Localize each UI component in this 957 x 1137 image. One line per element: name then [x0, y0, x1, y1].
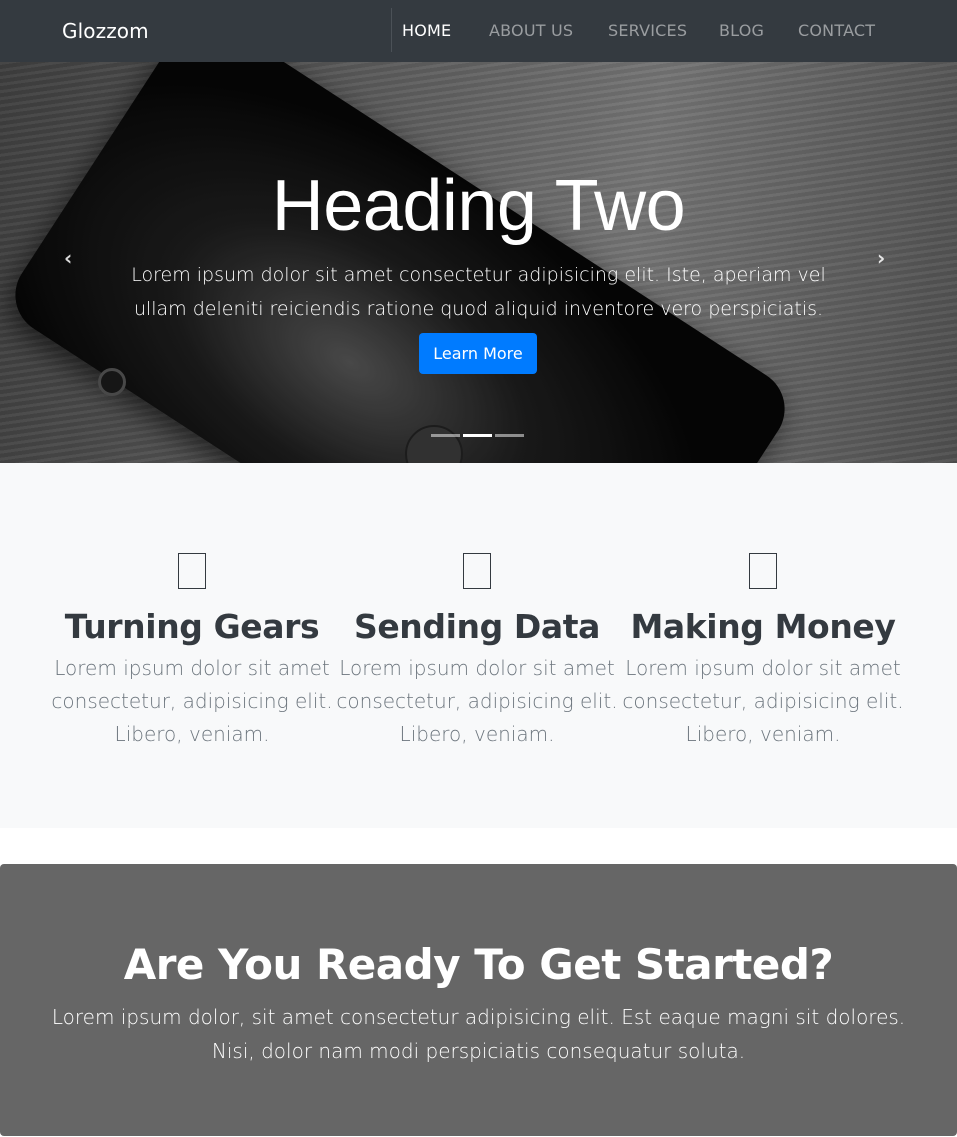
carousel-indicator-2[interactable]	[463, 434, 492, 437]
feature-item: Sending Data Lorem ipsum dolor sit amet …	[334, 553, 620, 751]
feature-text: Lorem ipsum dolor sit amet consectetur, …	[622, 656, 904, 746]
hero-caption: Heading Two Lorem ipsum dolor sit amet c…	[130, 170, 827, 326]
feature-text: Lorem ipsum dolor sit amet consectetur, …	[336, 656, 618, 746]
nav-link-about[interactable]: ABOUT US	[489, 21, 573, 40]
carousel-indicator-3[interactable]	[495, 434, 524, 437]
learn-more-button[interactable]: Learn More	[419, 333, 537, 374]
cta-section: Are You Ready To Get Started? Lorem ipsu…	[0, 864, 957, 1136]
cta-text: Lorem ipsum dolor, sit amet consectetur …	[51, 1005, 906, 1063]
feature-item: Turning Gears Lorem ipsum dolor sit amet…	[49, 553, 335, 751]
nav-link-home[interactable]: HOME	[402, 21, 451, 40]
cta-heading: Are You Ready To Get Started?	[123, 940, 834, 989]
carousel-next-icon[interactable]: ›	[877, 248, 885, 268]
feature-text: Lorem ipsum dolor sit amet consectetur, …	[51, 656, 333, 746]
hero-carousel: ‹ › Heading Two Lorem ipsum dolor sit am…	[0, 62, 957, 463]
carousel-indicators	[431, 434, 524, 437]
hero-heading: Heading Two	[271, 166, 686, 246]
nav-link-contact[interactable]: CONTACT	[798, 21, 875, 40]
nav-link-services[interactable]: SERVICES	[608, 21, 687, 40]
feature-title: Sending Data	[353, 607, 601, 646]
hero-text: Lorem ipsum dolor sit amet consectetur a…	[131, 264, 826, 320]
feature-placeholder-icon	[178, 553, 206, 589]
feature-title: Making Money	[630, 607, 896, 646]
feature-title: Turning Gears	[64, 607, 320, 646]
carousel-prev-icon[interactable]: ‹	[64, 248, 72, 268]
carousel-indicator-1[interactable]	[431, 434, 460, 437]
nav-divider	[391, 8, 392, 52]
nav-link-blog[interactable]: BLOG	[719, 21, 764, 40]
feature-item: Making Money Lorem ipsum dolor sit amet …	[620, 553, 906, 751]
feature-placeholder-icon	[749, 553, 777, 589]
navbar: Glozzom HOME ABOUT US SERVICES BLOG CONT…	[0, 0, 957, 62]
brand-logo[interactable]: Glozzom	[62, 19, 149, 43]
features-section: Turning Gears Lorem ipsum dolor sit amet…	[0, 463, 957, 828]
feature-placeholder-icon	[463, 553, 491, 589]
